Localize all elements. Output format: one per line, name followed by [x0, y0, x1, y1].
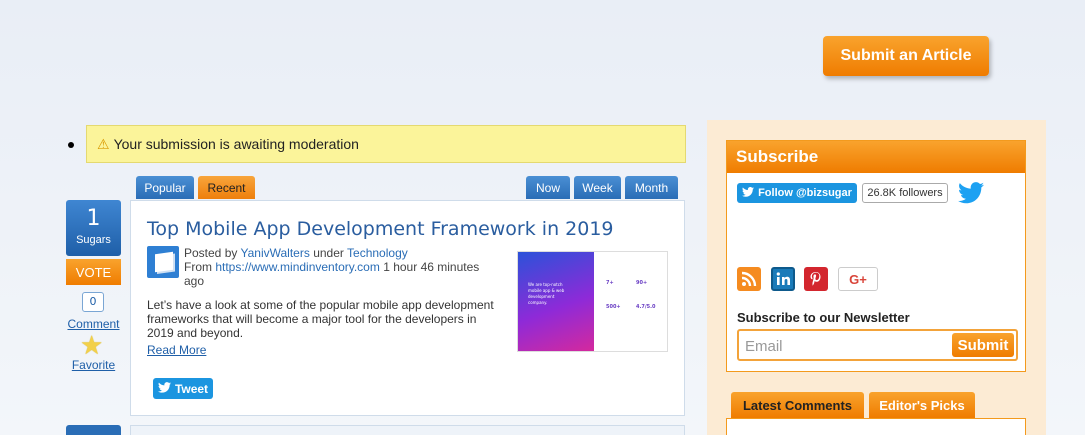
comment-count-bubble[interactable]: 0	[82, 292, 104, 312]
article-meta: Posted by YanivWalters under Technology …	[184, 246, 494, 288]
cube-icon	[155, 251, 173, 273]
tab-recent[interactable]: Recent	[198, 176, 255, 199]
article-title[interactable]: Top Mobile App Development Framework in …	[147, 218, 614, 240]
avatar[interactable]	[147, 246, 179, 278]
list-bullet	[68, 142, 74, 148]
tab-week[interactable]: Week	[574, 176, 621, 199]
author-link[interactable]: YanivWalters	[241, 246, 310, 260]
newsletter-form: Submit	[737, 329, 1018, 361]
subscribe-title: Subscribe	[727, 141, 1025, 173]
follow-button[interactable]: Follow @bizsugar	[737, 183, 857, 203]
moderation-text: Your submission is awaiting moderation	[113, 136, 359, 152]
tweet-button[interactable]: Tweet	[153, 378, 213, 399]
thumbnail-stat: 500+	[606, 304, 621, 310]
article-excerpt: Let’s have a look at some of the popular…	[147, 298, 494, 340]
warning-icon: ⚠	[97, 135, 110, 152]
article-card: Top Mobile App Development Framework in …	[130, 200, 685, 416]
next-article-card	[130, 425, 685, 435]
email-field[interactable]	[745, 336, 945, 356]
pinterest-icon[interactable]	[804, 267, 828, 291]
thumbnail-headline: We are top-notch mobile app & web develo…	[528, 282, 565, 305]
subscribe-box: Subscribe Follow @bizsugar 26.8K followe…	[726, 140, 1026, 372]
followers-count[interactable]: 26.8K followers	[862, 183, 948, 203]
comment-link[interactable]: Comment	[66, 317, 121, 331]
google-plus-icon[interactable]: G+	[838, 267, 878, 291]
favorite-link[interactable]: Favorite	[66, 358, 121, 372]
posted-by-text: Posted by	[184, 246, 238, 260]
follow-label: Follow @bizsugar	[758, 187, 852, 199]
from-text: From	[184, 260, 212, 274]
comments-panel	[726, 418, 1026, 435]
next-sugars-counter	[66, 425, 121, 435]
star-icon[interactable]: ★	[80, 333, 103, 359]
thumbnail-banner: We are top-notch mobile app & web develo…	[518, 252, 594, 351]
tab-now[interactable]: Now	[526, 176, 570, 199]
sugars-counter: 1 Sugars	[66, 200, 121, 256]
source-link[interactable]: https://www.mindinventory.com	[215, 260, 380, 274]
tweet-label: Tweet	[174, 381, 209, 396]
sugars-count: 1	[86, 206, 101, 231]
submit-article-button[interactable]: Submit an Article	[823, 36, 989, 76]
tab-month[interactable]: Month	[625, 176, 678, 199]
tab-latest-comments[interactable]: Latest Comments	[731, 392, 864, 418]
under-text: under	[313, 246, 344, 260]
thumbnail-stat: 7+	[606, 280, 614, 286]
linkedin-icon[interactable]	[771, 267, 795, 291]
twitter-bird-icon[interactable]	[958, 181, 984, 205]
vote-button[interactable]: VOTE	[66, 259, 121, 285]
newsletter-submit-button[interactable]: Submit	[952, 333, 1014, 357]
sidebar: Subscribe Follow @bizsugar 26.8K followe…	[707, 120, 1046, 435]
thumbnail-stat: 4.7/5.0	[636, 304, 656, 310]
newsletter-title: Subscribe to our Newsletter	[737, 310, 910, 325]
sugars-label: Sugars	[76, 234, 111, 246]
twitter-icon	[742, 186, 755, 200]
article-thumbnail[interactable]: We are top-notch mobile app & web develo…	[517, 251, 668, 352]
thumbnail-stat: 90+	[636, 280, 648, 286]
twitter-icon	[157, 381, 171, 396]
category-link[interactable]: Technology	[347, 246, 408, 260]
read-more-link[interactable]: Read More	[147, 343, 206, 357]
tab-popular[interactable]: Popular	[136, 176, 194, 199]
rss-icon[interactable]	[737, 267, 761, 291]
moderation-notice: ⚠ Your submission is awaiting moderation	[86, 125, 686, 163]
tab-editors-picks[interactable]: Editor's Picks	[869, 392, 975, 418]
